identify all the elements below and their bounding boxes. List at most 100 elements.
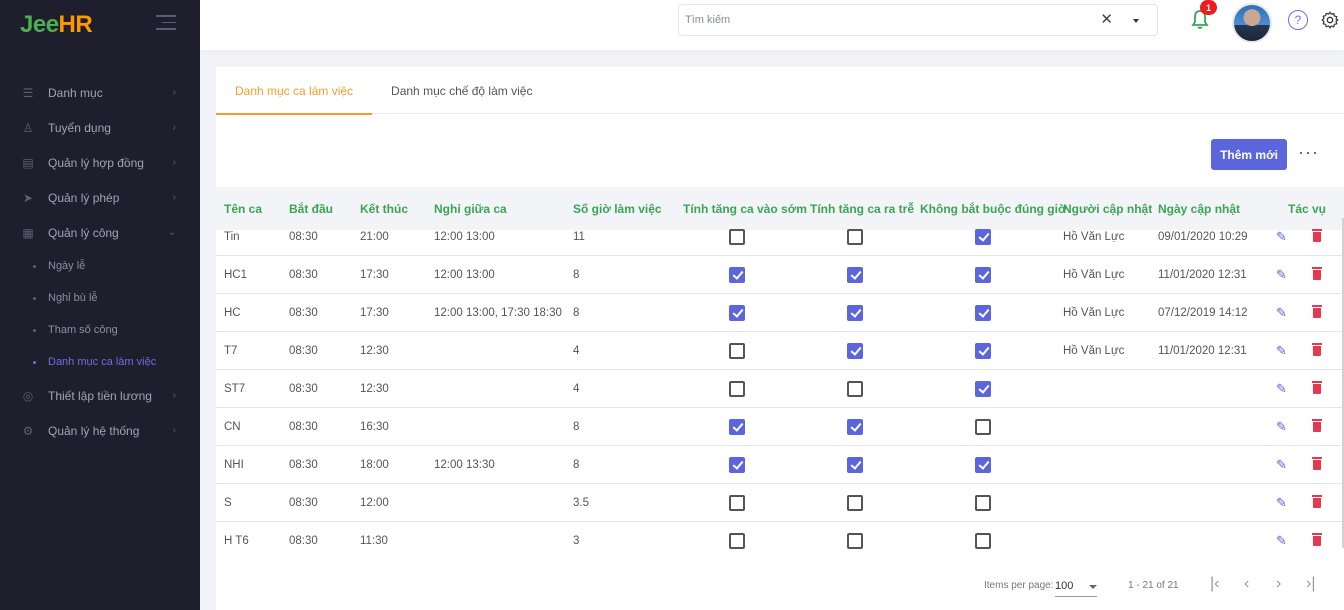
sidebar-item-2[interactable]: ▤ Quản lý hợp đồng › <box>0 145 200 180</box>
cell-updater: Hồ Văn Lực <box>1063 269 1125 281</box>
edit-icon[interactable]: ✎ <box>1276 408 1287 446</box>
next-page-icon[interactable]: › <box>1276 575 1281 593</box>
cell-early <box>729 256 745 294</box>
menu-toggle-icon[interactable] <box>156 15 176 31</box>
column-header[interactable]: Tính tăng ca ra trễ <box>810 202 914 216</box>
checkbox-flex[interactable] <box>975 419 991 435</box>
sidebar-subitem[interactable]: Nghỉ bù lễ <box>0 282 200 314</box>
delete-icon[interactable] <box>1312 495 1322 508</box>
tab-0[interactable]: Danh mục ca làm việc <box>216 67 373 115</box>
checkbox-late[interactable] <box>847 305 863 321</box>
clear-search-icon[interactable]: ✕ <box>1100 12 1113 28</box>
sidebar-item-1[interactable]: ♙ Tuyển dụng › <box>0 110 200 145</box>
sidebar-subitem[interactable]: Danh mục ca làm việc <box>0 346 200 378</box>
table-row[interactable]: CN 08:30 16:30 8 ✎ <box>216 408 1344 446</box>
edit-icon[interactable]: ✎ <box>1276 484 1287 522</box>
delete-icon[interactable] <box>1312 533 1322 546</box>
cell-break: 12:00 13:00 <box>434 231 495 243</box>
column-header[interactable]: Nghỉ giữa ca <box>434 202 507 216</box>
column-header[interactable]: Tính tăng ca vào sớm <box>683 202 807 216</box>
checkbox-late[interactable] <box>847 381 863 397</box>
column-header[interactable]: Bắt đầu <box>289 202 333 216</box>
checkbox-early[interactable] <box>729 419 745 435</box>
checkbox-early[interactable] <box>729 495 745 511</box>
column-header[interactable]: Không bắt buộc đúng giờ <box>920 202 1067 216</box>
checkbox-flex[interactable] <box>975 457 991 473</box>
sidebar-subitem[interactable]: Tham số công <box>0 314 200 346</box>
column-header[interactable]: Kết thúc <box>360 202 408 216</box>
previous-page-icon[interactable]: ‹ <box>1244 575 1249 593</box>
checkbox-late[interactable] <box>847 533 863 549</box>
checkbox-late[interactable] <box>847 229 863 245</box>
sidebar-item-a1[interactable]: ⚙ Quản lý hệ thống › <box>0 413 200 448</box>
checkbox-flex[interactable] <box>975 533 991 549</box>
checkbox-early[interactable] <box>729 533 745 549</box>
search-box: ✕ <box>678 4 1158 36</box>
sidebar-item-3[interactable]: ➤ Quản lý phép › <box>0 180 200 215</box>
delete-icon[interactable] <box>1312 457 1322 470</box>
checkbox-flex[interactable] <box>975 343 991 359</box>
cell-updated: 11/01/2020 12:31 <box>1158 345 1247 357</box>
checkbox-flex[interactable] <box>975 381 991 397</box>
search-input[interactable] <box>679 5 1079 35</box>
checkbox-early[interactable] <box>729 381 745 397</box>
edit-icon[interactable]: ✎ <box>1276 446 1287 484</box>
edit-icon[interactable]: ✎ <box>1276 522 1287 550</box>
checkbox-flex[interactable] <box>975 229 991 245</box>
more-options-icon[interactable]: ··· <box>1298 142 1319 163</box>
column-header[interactable]: Tác vụ <box>1288 202 1326 216</box>
page-size-select[interactable]: 100 <box>1055 575 1097 597</box>
edit-icon[interactable]: ✎ <box>1276 218 1287 256</box>
table-row[interactable]: S 08:30 12:00 3.5 ✎ <box>216 484 1344 522</box>
table-row[interactable]: H T6 08:30 11:30 3 ✎ <box>216 522 1344 550</box>
table-row[interactable]: HC1 08:30 17:30 12:00 13:00 8 Hồ Văn Lực 11/01… <box>216 256 1344 294</box>
checkbox-early[interactable] <box>729 229 745 245</box>
column-header[interactable]: Số giờ làm việc <box>573 202 662 216</box>
edit-icon[interactable]: ✎ <box>1276 294 1287 332</box>
column-header[interactable]: Tên ca <box>224 202 262 216</box>
add-new-button[interactable]: Thêm mới <box>1211 139 1287 170</box>
table-row[interactable]: Tin 08:30 21:00 12:00 13:00 11 Hồ Văn Lực 09/0… <box>216 218 1344 256</box>
sidebar-item-4[interactable]: ▦ Quản lý công ⌄ <box>0 215 200 250</box>
table-row[interactable]: ST7 08:30 12:30 4 ✎ <box>216 370 1344 408</box>
delete-icon[interactable] <box>1312 267 1322 280</box>
checkbox-early[interactable] <box>729 343 745 359</box>
delete-icon[interactable] <box>1312 381 1322 394</box>
column-header[interactable]: Ngày cập nhật <box>1158 202 1240 216</box>
checkbox-early[interactable] <box>729 267 745 283</box>
checkbox-late[interactable] <box>847 457 863 473</box>
delete-icon[interactable] <box>1312 343 1322 356</box>
first-page-icon[interactable]: |‹ <box>1210 575 1219 593</box>
checkbox-late[interactable] <box>847 495 863 511</box>
tab-1[interactable]: Danh mục chế độ làm việc <box>372 67 551 114</box>
checkbox-early[interactable] <box>729 305 745 321</box>
last-page-icon[interactable]: ›| <box>1306 575 1315 593</box>
cell-start: 08:30 <box>289 269 318 281</box>
sidebar-subitem[interactable]: Ngày lễ <box>0 250 200 282</box>
checkbox-flex[interactable] <box>975 305 991 321</box>
edit-icon[interactable]: ✎ <box>1276 332 1287 370</box>
checkbox-late[interactable] <box>847 343 863 359</box>
gear-icon[interactable] <box>1320 10 1340 30</box>
sidebar-item-0[interactable]: ☰ Danh mục › <box>0 75 200 110</box>
search-dropdown-icon[interactable] <box>1133 19 1139 23</box>
checkbox-early[interactable] <box>729 457 745 473</box>
column-header[interactable]: Người cập nhật <box>1063 202 1152 216</box>
calendar-icon: ▦ <box>22 225 34 240</box>
delete-icon[interactable] <box>1312 229 1322 242</box>
table-row[interactable]: HC 08:30 17:30 12:00 13:00, 17:30 18:30 8 Hồ … <box>216 294 1344 332</box>
avatar[interactable] <box>1232 3 1272 43</box>
table-row[interactable]: NHI 08:30 18:00 12:00 13:30 8 ✎ <box>216 446 1344 484</box>
delete-icon[interactable] <box>1312 419 1322 432</box>
app-logo[interactable]: JeeHR <box>20 11 93 39</box>
sidebar-item-a0[interactable]: ◎ Thiết lập tiền lương › <box>0 378 200 413</box>
checkbox-flex[interactable] <box>975 267 991 283</box>
edit-icon[interactable]: ✎ <box>1276 370 1287 408</box>
table-row[interactable]: T7 08:30 12:30 4 Hồ Văn Lực 11/01/2020 12:31 ✎ <box>216 332 1344 370</box>
delete-icon[interactable] <box>1312 305 1322 318</box>
checkbox-late[interactable] <box>847 419 863 435</box>
checkbox-flex[interactable] <box>975 495 991 511</box>
help-icon[interactable]: ? <box>1288 10 1308 30</box>
edit-icon[interactable]: ✎ <box>1276 256 1287 294</box>
checkbox-late[interactable] <box>847 267 863 283</box>
